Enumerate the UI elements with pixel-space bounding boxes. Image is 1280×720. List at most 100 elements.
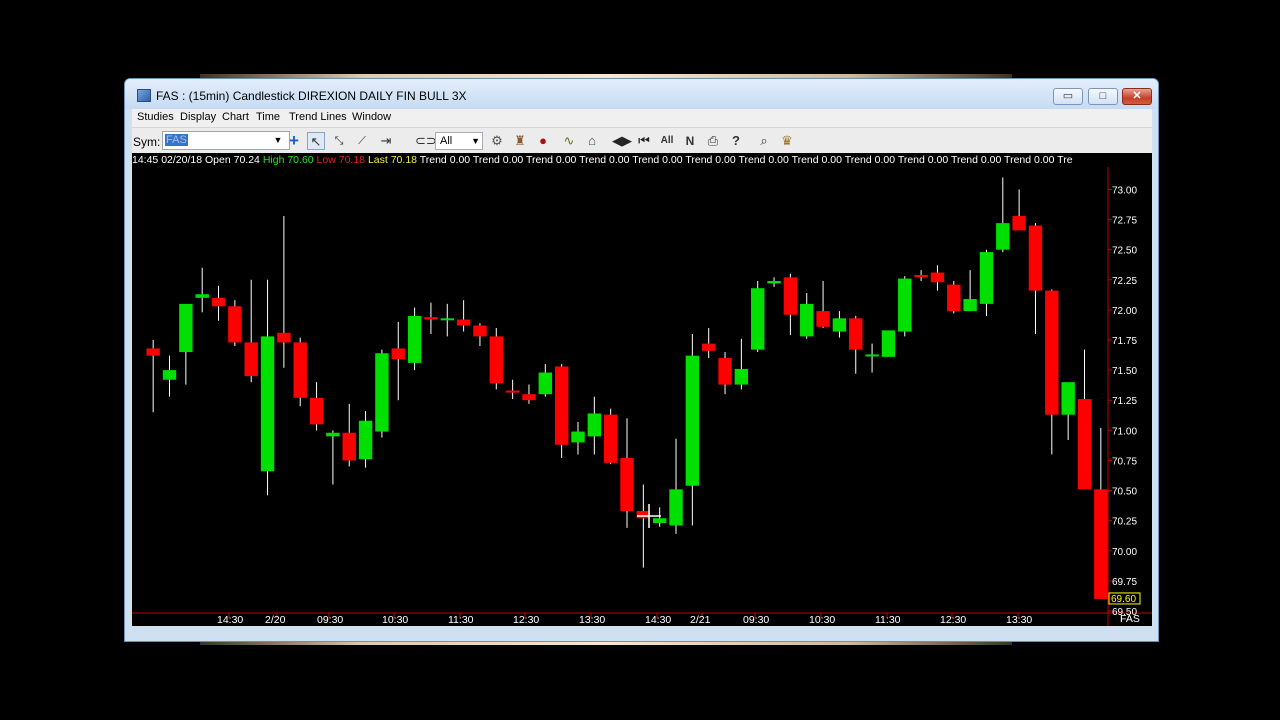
- trend-readout: Trend 0.00 Trend 0.00 Trend 0.00 Trend 0…: [419, 154, 1073, 166]
- menu-time[interactable]: Time: [256, 111, 280, 123]
- low-label: Low: [316, 154, 336, 166]
- x-tick-label: 13:30: [579, 614, 605, 626]
- candle-body: [701, 343, 716, 351]
- y-tick-label: 72.25: [1112, 276, 1137, 287]
- crosshair-tool-icon[interactable]: ⤡: [330, 132, 348, 150]
- candle-body: [260, 336, 275, 472]
- app-icon: [137, 89, 151, 102]
- candle-body: [1028, 225, 1043, 291]
- candle-body: [277, 332, 291, 343]
- quote-status-line: 14:45 02/20/18 Open 70.24 High 70.60 Low…: [132, 153, 1152, 167]
- candle-body: [440, 318, 454, 321]
- candle-body: [211, 297, 226, 307]
- y-tick-label: 72.75: [1112, 216, 1137, 227]
- candle-body: [849, 318, 863, 350]
- window-title: FAS : (15min) Candlestick DIREXION DAILY…: [156, 89, 467, 103]
- y-tick-label: 71.75: [1112, 336, 1137, 347]
- y-tick-label: 71.50: [1112, 366, 1137, 377]
- n-icon[interactable]: N: [681, 132, 699, 150]
- last-price-label: 69.60: [1111, 594, 1136, 605]
- menu-window[interactable]: Window: [352, 111, 391, 123]
- minimize-button[interactable]: ▭: [1053, 88, 1083, 105]
- y-tick-label: 72.00: [1112, 306, 1137, 317]
- candle-body: [1012, 215, 1026, 231]
- menu-display[interactable]: Display: [180, 111, 216, 123]
- candle-body: [179, 303, 193, 353]
- search-icon[interactable]: ⌕: [755, 132, 773, 150]
- x-tick-label: 09:30: [317, 614, 343, 626]
- chart-area[interactable]: 73.00 72.75 72.50 72.25 72.00 71.75 71.50 71.25…: [132, 167, 1152, 626]
- high-label: High: [262, 154, 285, 166]
- last-label: Last: [367, 154, 388, 166]
- stamp-icon[interactable]: ♜: [511, 132, 529, 150]
- measure-icon[interactable]: ⇥: [377, 132, 395, 150]
- help-icon[interactable]: ?: [727, 132, 745, 150]
- menu-chart[interactable]: Chart: [222, 111, 249, 123]
- wave-icon[interactable]: ∿: [560, 132, 578, 150]
- candle-body: [538, 372, 553, 395]
- candle-body: [456, 319, 471, 326]
- x-tick-label: 11:30: [875, 614, 901, 626]
- link-icon[interactable]: ⊂⊃: [415, 132, 437, 150]
- line-tool-icon[interactable]: ⟋: [353, 132, 371, 150]
- y-tick-label: 70.25: [1112, 517, 1137, 528]
- x-tick-label: 10:30: [382, 614, 408, 626]
- printer-icon[interactable]: ⎙: [704, 132, 722, 150]
- candle-body: [800, 303, 814, 337]
- x-tick-label: 13:30: [1006, 614, 1032, 626]
- bag-icon[interactable]: ♛: [778, 132, 796, 150]
- all-text-icon[interactable]: All: [658, 132, 676, 150]
- x-tick-label: 14:30: [217, 614, 243, 626]
- maximize-button[interactable]: □: [1088, 88, 1118, 105]
- title-bar[interactable]: FAS : (15min) Candlestick DIREXION DAILY…: [125, 79, 1158, 109]
- gear-icon[interactable]: ⚙: [488, 132, 506, 150]
- candle-body: [832, 318, 847, 332]
- building-icon[interactable]: ⌂: [583, 132, 601, 150]
- candle-body: [751, 288, 765, 350]
- record-icon[interactable]: ●: [534, 132, 552, 150]
- candle-body: [898, 278, 912, 332]
- candle-body: [930, 272, 945, 283]
- x-tick-label: 2/21: [690, 614, 711, 626]
- quote-time: 14:45: [132, 154, 159, 166]
- candle-body: [1045, 290, 1059, 415]
- candle-body: [652, 518, 667, 524]
- skip-icon[interactable]: ⏮: [635, 132, 653, 150]
- candle-body: [522, 394, 536, 401]
- y-tick-label: 73.00: [1112, 185, 1137, 196]
- range-select[interactable]: All ▼: [435, 132, 483, 150]
- x-tick-label: 2/20: [265, 614, 286, 626]
- quote-date: 02/20/18: [161, 154, 203, 166]
- y-tick-label: 70.50: [1112, 487, 1137, 498]
- pointer-icon[interactable]: ↖: [307, 132, 325, 150]
- high-value: 70.60: [287, 154, 314, 166]
- candle-body: [293, 342, 307, 398]
- candle-body: [505, 390, 520, 393]
- candlestick-chart[interactable]: 73.00 72.75 72.50 72.25 72.00 71.75 71.50 71.25…: [132, 167, 1152, 626]
- y-tick-label: 70.00: [1112, 547, 1137, 558]
- y-tick-label: 72.50: [1112, 246, 1137, 257]
- candle-body: [342, 432, 356, 461]
- plus-icon[interactable]: +: [285, 132, 303, 150]
- candle-body: [865, 354, 879, 357]
- x-tick-label: 09:30: [743, 614, 769, 626]
- candle-body: [244, 342, 258, 377]
- scroll-left-right-icon[interactable]: ◀▶: [612, 132, 632, 150]
- x-tick-label: 12:30: [940, 614, 966, 626]
- candle-body: [947, 284, 961, 312]
- candle-body: [914, 274, 928, 278]
- low-value: 70.18: [338, 154, 366, 166]
- x-tick-label: 10:30: [809, 614, 835, 626]
- candle-body: [391, 348, 405, 360]
- candle-body: [228, 306, 242, 343]
- candle-body: [783, 277, 798, 315]
- menu-studies[interactable]: Studies: [137, 111, 174, 123]
- candle-body: [881, 330, 896, 357]
- candle-body: [1077, 399, 1092, 490]
- candle-body: [326, 432, 340, 437]
- axis-symbol-label: FAS: [1120, 613, 1140, 625]
- candle-body: [963, 299, 977, 312]
- menu-trend-lines[interactable]: Trend Lines: [289, 111, 347, 123]
- close-button[interactable]: ✕: [1122, 88, 1152, 105]
- y-tick-label: 71.00: [1112, 426, 1137, 437]
